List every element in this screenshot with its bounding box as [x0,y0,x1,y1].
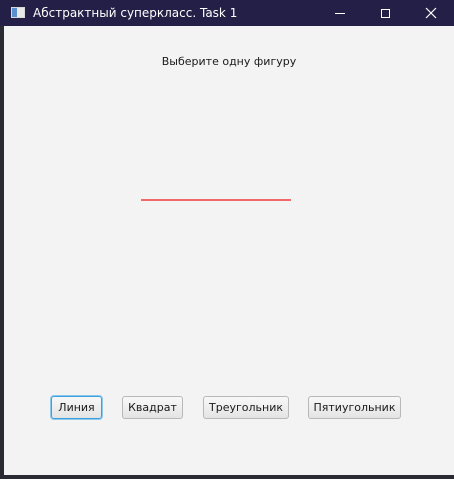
minimize-button[interactable] [317,0,363,26]
title-bar[interactable]: Абстрактный суперкласс. Task 1 [0,0,454,26]
window-title: Абстрактный суперкласс. Task 1 [33,6,238,20]
prompt-label: Выберите одну фигуру [161,55,297,68]
pentagon-button[interactable]: Пятиугольник [308,396,401,419]
close-icon [425,7,437,19]
square-button[interactable]: Квадрат [122,396,183,419]
content-area: Выберите одну фигуру Линия Квадрат Треуг… [4,26,454,475]
window-bottom-edge [0,475,454,479]
triangle-button[interactable]: Треугольник [203,396,289,419]
close-button[interactable] [408,0,454,26]
maximize-button[interactable] [362,0,408,26]
line-button[interactable]: Линия [51,396,102,419]
app-icon [11,7,25,18]
drawn-line-shape [141,199,291,201]
maximize-icon [380,8,390,18]
app-window: Абстрактный суперкласс. Task 1 Выберите … [0,0,454,479]
minimize-icon [335,12,345,14]
